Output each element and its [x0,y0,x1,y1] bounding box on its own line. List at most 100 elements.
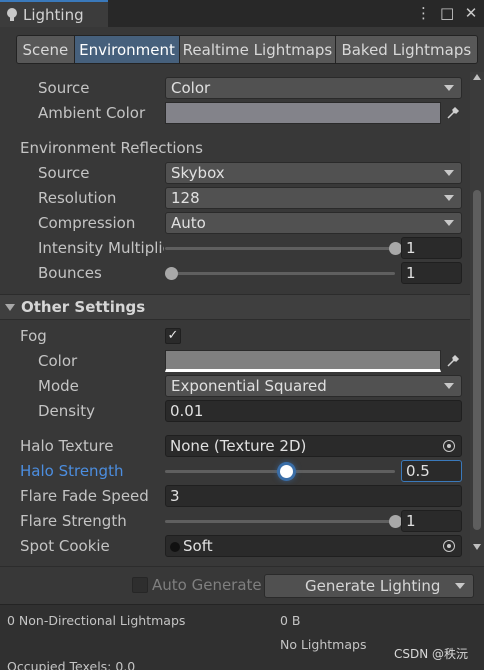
eyedropper-icon[interactable] [443,102,463,124]
scroll-down-arrow-icon[interactable] [473,544,481,550]
halo-texture-value: None (Texture 2D) [170,437,307,455]
tab-environment[interactable]: Environment [74,36,181,63]
scrollbar-thumb[interactable] [473,190,481,530]
spot-cookie-label: Spot Cookie [20,537,110,555]
spot-cookie-value: Soft [183,537,213,555]
compression-row: Compression Auto [0,211,470,235]
fog-density-label: Density [38,402,96,420]
more-options-icon[interactable]: ⋮ [416,4,431,22]
reflection-source-row: Source Skybox [0,161,470,185]
flare-fade-speed-label: Flare Fade Speed [20,487,149,505]
spot-cookie-row: Spot Cookie Soft [0,534,470,558]
halo-strength-field[interactable]: 0.5 [401,460,462,482]
generate-lighting-button[interactable]: Generate Lighting [264,574,474,598]
texture-thumbnail-icon [170,542,180,552]
flare-strength-label: Flare Strength [20,512,127,530]
auto-generate-label: Auto Generate [152,576,262,594]
halo-strength-slider-knob[interactable] [280,465,293,478]
window-controls: ⋮ □ ✕ [416,4,478,22]
lightmap-size: 0 B [280,613,301,628]
bounces-row: Bounces 1 [0,261,470,285]
maximize-icon[interactable]: □ [440,4,454,22]
close-icon[interactable]: ✕ [464,4,478,22]
intensity-multiplier-row: Intensity Multiplie 1 [0,236,470,260]
flare-strength-row: Flare Strength 1 [0,509,470,533]
chevron-down-icon [444,85,454,91]
compression-label: Compression [38,214,136,232]
bounces-slider-knob[interactable] [165,267,178,280]
chevron-down-icon [444,195,454,201]
generate-bar: Auto Generate Generate Lighting [0,566,484,604]
fog-density-row: Density 0.01 [0,399,470,423]
flare-strength-slider-track[interactable] [165,520,395,523]
window-title: Lighting [23,5,84,24]
halo-strength-label: Halo Strength [20,462,124,480]
ambient-color-label: Ambient Color [38,104,146,122]
window-titlebar: Lighting ⋮ □ ✕ [0,0,484,27]
fog-row: Fog ✓ [0,324,470,348]
halo-texture-row: Halo Texture None (Texture 2D) [0,434,470,458]
chevron-down-icon [444,170,454,176]
flare-fade-speed-field[interactable]: 3 [165,485,462,507]
spot-cookie-field[interactable]: Soft [165,535,462,557]
resolution-value: 128 [171,189,200,207]
other-settings-header[interactable]: Other Settings [0,294,470,320]
env-reflections-heading: Environment Reflections [20,139,203,157]
tab-scene[interactable]: Scene [17,36,75,63]
resolution-dropdown[interactable]: 128 [165,187,462,209]
intensity-multiplier-field[interactable]: 1 [401,237,462,259]
bounces-field[interactable]: 1 [401,262,462,284]
fog-mode-label: Mode [38,377,79,395]
ambient-color-row: Ambient Color [0,101,470,125]
fog-color-swatch[interactable] [165,350,441,372]
window-tab-lighting[interactable]: Lighting [0,0,108,27]
reflection-source-dropdown[interactable]: Skybox [165,162,462,184]
chevron-down-icon [444,383,454,389]
compression-dropdown[interactable]: Auto [165,212,462,234]
halo-texture-field[interactable]: None (Texture 2D) [165,435,462,457]
lightmap-count: 0 Non-Directional Lightmaps [7,613,186,628]
other-settings-title: Other Settings [21,298,146,316]
intensity-slider-track[interactable] [165,247,395,250]
halo-texture-label: Halo Texture [20,437,114,455]
vertical-scrollbar[interactable] [470,72,484,566]
fog-mode-value: Exponential Squared [171,377,327,395]
lightmap-stats-panel: 0 Non-Directional Lightmaps 0 B No Light… [0,604,484,670]
eyedropper-icon[interactable] [443,350,463,372]
env-lighting-source-label: Source [38,79,90,97]
env-lighting-source-row: Source Color [0,76,470,100]
fog-label: Fog [20,327,47,345]
ambient-color-swatch[interactable] [165,102,441,124]
fog-color-label: Color [38,352,78,370]
flare-fade-speed-row: Flare Fade Speed 3 [0,484,470,508]
generate-lighting-label: Generate Lighting [305,577,441,595]
auto-generate-checkbox[interactable] [132,577,148,593]
object-picker-icon[interactable] [443,540,455,552]
resolution-row: Resolution 128 [0,186,470,210]
fog-mode-dropdown[interactable]: Exponential Squared [165,375,462,397]
lightbulb-icon [7,7,17,22]
tab-realtime-lightmaps[interactable]: Realtime Lightmaps [180,36,336,63]
chevron-down-icon [444,220,454,226]
env-reflections-heading-row: Environment Reflections [0,136,470,160]
object-picker-icon[interactable] [443,440,455,452]
resolution-label: Resolution [38,189,117,207]
bounces-label: Bounces [38,264,102,282]
flare-strength-field[interactable]: 1 [401,510,462,532]
env-lighting-source-dropdown[interactable]: Color [165,77,462,99]
foldout-triangle-icon [5,304,15,311]
lighting-tabs: Scene Environment Realtime Lightmaps Bak… [16,35,478,64]
compression-value: Auto [171,214,206,232]
inspector-content: Source Color Ambient Color Environment R… [0,72,470,566]
no-lightmaps-text: No Lightmaps [280,637,367,652]
fog-color-row: Color [0,349,470,373]
bounces-slider-track[interactable] [165,272,395,275]
chevron-down-icon[interactable] [455,583,465,589]
tab-baked-lightmaps[interactable]: Baked Lightmaps [335,36,477,63]
scroll-up-arrow-icon[interactable] [473,74,481,80]
fog-checkbox[interactable]: ✓ [165,328,181,344]
occupied-texels: Occupied Texels: 0.0 [7,659,136,670]
fog-density-field[interactable]: 0.01 [165,400,462,422]
reflection-source-value: Skybox [171,164,225,182]
fog-mode-row: Mode Exponential Squared [0,374,470,398]
